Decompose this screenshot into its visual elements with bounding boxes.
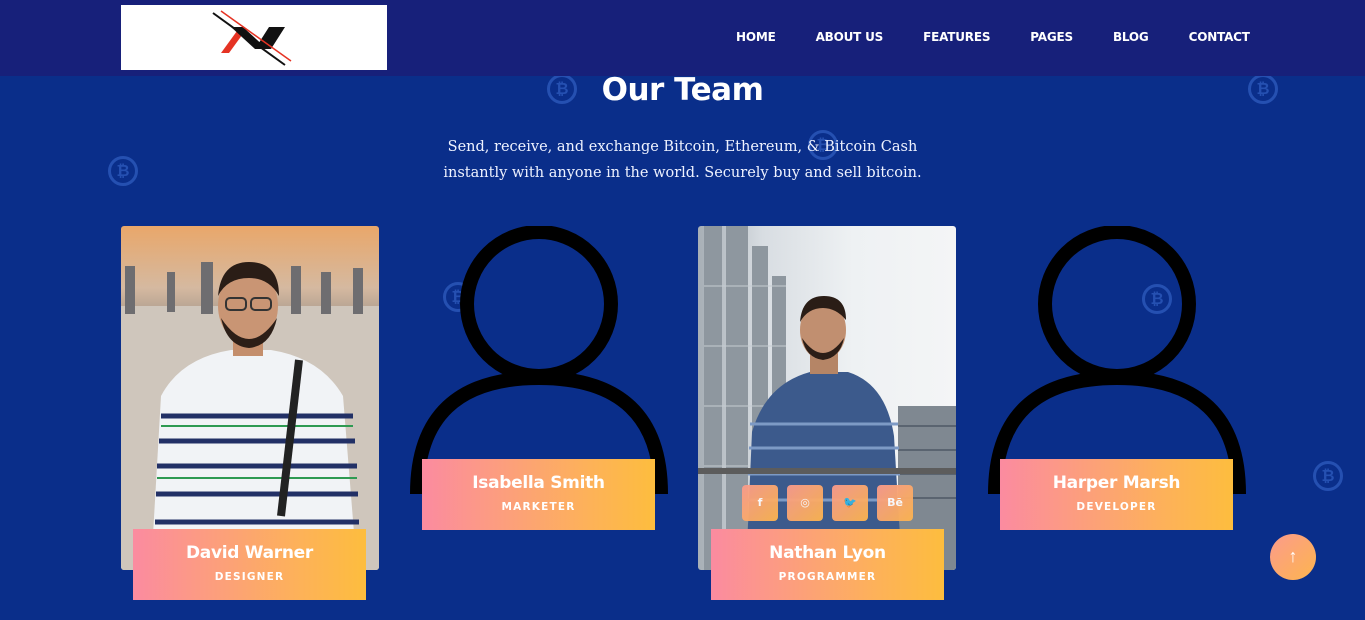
team-member-name[interactable]: Harper Marsh: [1000, 473, 1233, 493]
nav-blog[interactable]: BLOG: [1113, 30, 1149, 44]
team-card-photo: [121, 226, 379, 570]
section-title: Our Team: [601, 72, 764, 108]
team-member-role: PROGRAMMER: [778, 571, 877, 583]
social-links: f ◎ 🐦 Bē: [742, 485, 913, 521]
nav-contact[interactable]: CONTACT: [1189, 30, 1250, 44]
site-logo[interactable]: [121, 5, 387, 70]
nav-about-us[interactable]: ABOUT US: [816, 30, 884, 44]
team-member-nameplate: David Warner DESIGNER: [133, 529, 366, 600]
nav-pages[interactable]: PAGES: [1030, 30, 1073, 44]
team-member-nameplate: Isabella Smith MARKETER: [422, 459, 655, 530]
facebook-icon[interactable]: f: [742, 485, 778, 521]
team-member-role: DESIGNER: [214, 571, 285, 583]
twitter-icon[interactable]: 🐦: [832, 485, 868, 521]
nav-features[interactable]: FEATURES: [923, 30, 990, 44]
arrow-up-icon: ↑: [1288, 546, 1298, 566]
team-member-role: DEVELOPER: [1076, 501, 1157, 513]
team-member-name[interactable]: David Warner: [133, 543, 366, 563]
behance-icon[interactable]: Bē: [877, 485, 913, 521]
instagram-icon[interactable]: ◎: [787, 485, 823, 521]
top-navbar: HOME ABOUT US FEATURES PAGES BLOG CONTAC…: [0, 0, 1365, 76]
team-member-nameplate: Nathan Lyon PROGRAMMER: [711, 529, 944, 600]
team-member-role: MARKETER: [501, 501, 576, 513]
main-nav: HOME ABOUT US FEATURES PAGES BLOG CONTAC…: [736, 30, 1290, 44]
bitcoin-bg-icon: ₿: [1313, 461, 1343, 491]
bitcoin-bg-icon: ₿: [108, 156, 138, 186]
section-description: Send, receive, and exchange Bitcoin, Eth…: [443, 139, 922, 181]
logo-mark-icon: [212, 10, 292, 66]
nav-home[interactable]: HOME: [736, 30, 776, 44]
team-member-name[interactable]: Nathan Lyon: [711, 543, 944, 563]
person-photo: [121, 262, 379, 570]
scroll-to-top-button[interactable]: ↑: [1270, 534, 1316, 580]
team-member-name[interactable]: Isabella Smith: [422, 473, 655, 493]
team-member-nameplate: Harper Marsh DEVELOPER: [1000, 459, 1233, 530]
